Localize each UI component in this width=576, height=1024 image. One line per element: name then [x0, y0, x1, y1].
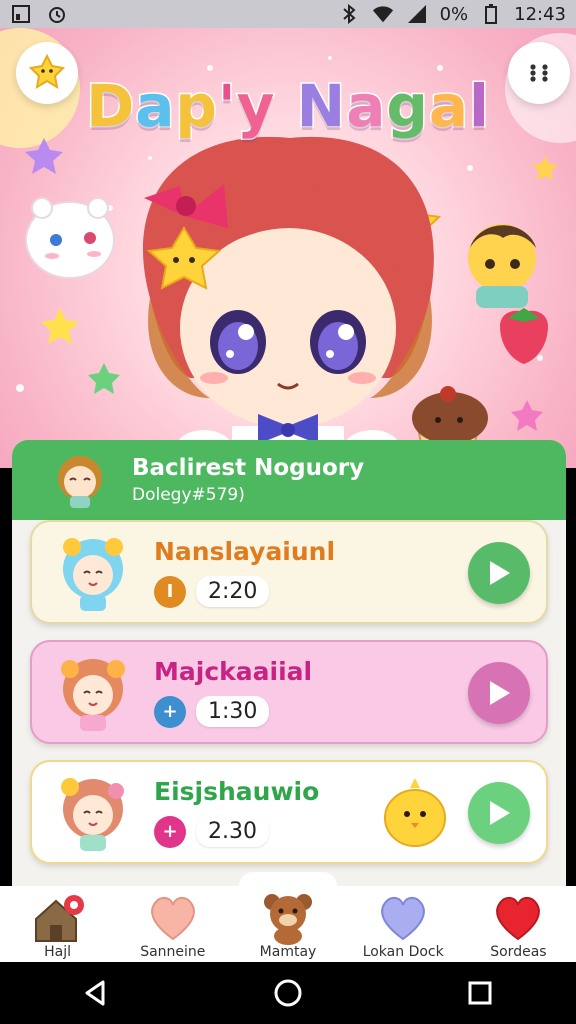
track-item[interactable]: Eisjshauwio + 2.30: [30, 760, 548, 864]
app-title: Dap'y Nagal: [85, 71, 491, 142]
track-name: Nanslayaiunl: [154, 536, 336, 566]
nav-label: Sordeas: [490, 944, 547, 960]
track-item[interactable]: Nanslayaiunl I 2:20: [30, 520, 548, 624]
track-duration: 1:30: [196, 696, 270, 727]
playlist-header: Baclirest Noguory Dolegy#579): [12, 440, 566, 520]
playlist-title: Baclirest Noguory: [132, 455, 365, 481]
track-thumbnail: [50, 649, 136, 735]
play-icon: [490, 561, 510, 585]
red-heart-icon: [490, 892, 546, 944]
nav-item-home[interactable]: Hajl: [0, 886, 115, 962]
back-icon[interactable]: [81, 978, 111, 1008]
status-time: 12:43: [514, 3, 566, 25]
nav-label: Mamtay: [259, 944, 317, 960]
play-button[interactable]: [468, 662, 530, 724]
play-icon: [490, 681, 510, 705]
track-badge: +: [154, 815, 186, 848]
track-thumbnail: [50, 529, 136, 615]
play-button[interactable]: [468, 542, 530, 604]
recents-icon[interactable]: [465, 978, 495, 1008]
nav-label: Sanneine: [140, 944, 206, 960]
signal-icon: [406, 4, 428, 24]
track-badge: +: [154, 695, 186, 728]
battery-percent: 0%: [439, 3, 469, 25]
nav-item-favorites[interactable]: Sanneine: [115, 886, 230, 962]
home-circle-icon[interactable]: [273, 978, 303, 1008]
track-duration: 2:20: [196, 576, 270, 607]
nav-label: Hajl: [44, 944, 72, 960]
chick-mascot-icon: [384, 778, 446, 847]
hero-banner: Dap'y Nagal: [0, 28, 576, 468]
battery-icon: [480, 4, 502, 24]
track-name: Eisjshauwio: [154, 776, 320, 806]
nav-label: Lokan Dock: [362, 944, 444, 960]
lavender-heart-icon: [375, 892, 431, 944]
wifi-icon: [372, 4, 394, 24]
gallery-icon: [10, 4, 32, 24]
playlist-panel: Baclirest Noguory Dolegy#579) Nanslayaiu…: [12, 440, 566, 888]
nav-item-dock[interactable]: Lokan Dock: [346, 886, 461, 962]
playlist-avatar: [50, 450, 110, 510]
track-name: Majckaaiial: [154, 656, 313, 686]
home-icon: [30, 892, 86, 944]
nav-item-bear[interactable]: Mamtay: [230, 872, 345, 962]
alarm-icon: [46, 4, 68, 24]
play-button[interactable]: [468, 782, 530, 844]
track-thumbnail: [50, 769, 136, 855]
track-badge: I: [154, 575, 186, 608]
bear-icon: [260, 892, 316, 945]
peach-heart-icon: [145, 892, 201, 944]
system-navigation-bar: [0, 962, 576, 1024]
track-duration: 2.30: [196, 816, 269, 847]
play-icon: [490, 801, 510, 825]
track-item[interactable]: Majckaaiial + 1:30: [30, 640, 548, 744]
playlist-subtitle: Dolegy#579): [132, 485, 245, 505]
bluetooth-icon: [338, 4, 360, 24]
status-bar: 0% 12:43: [0, 0, 576, 28]
nav-item-ideas[interactable]: Sordeas: [461, 886, 576, 962]
bottom-navigation: Hajl Sanneine Mamtay Lokan Dock Sordeas: [0, 872, 576, 962]
